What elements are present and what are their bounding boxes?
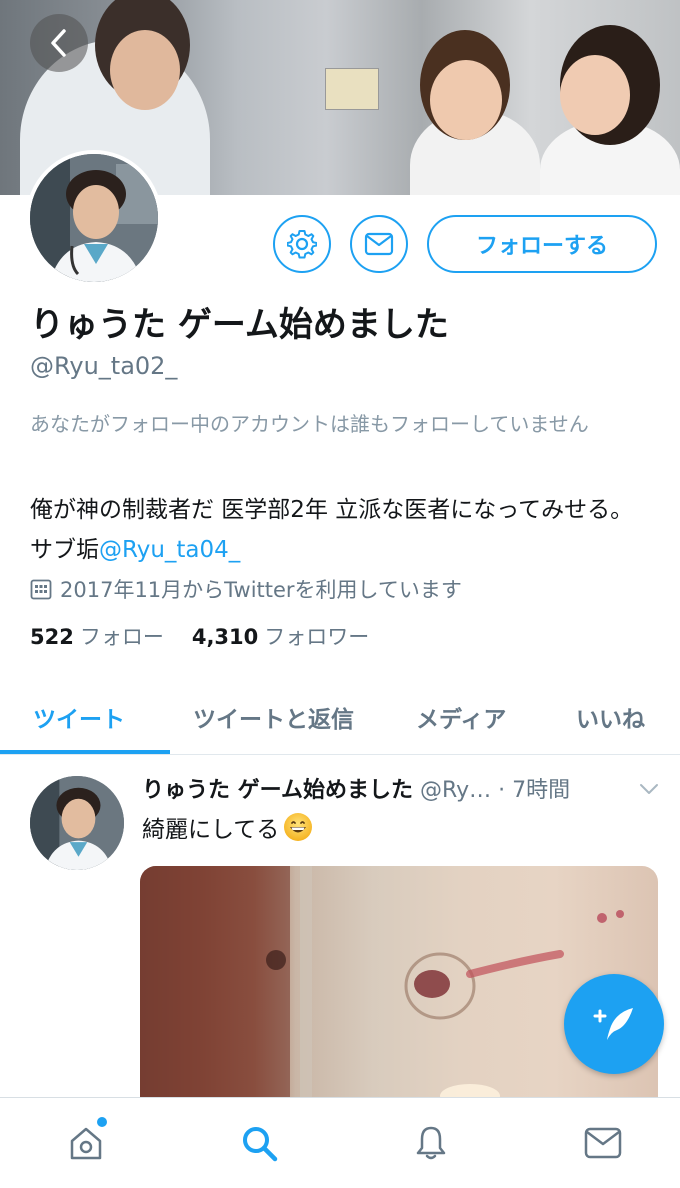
profile-tabs: ツイート ツイートと返信 メディア いいね: [0, 688, 680, 755]
home-icon: [70, 1127, 102, 1160]
envelope-icon: [584, 1127, 622, 1159]
tweet-body: 綺麗にしてる: [142, 817, 280, 843]
tweet-avatar[interactable]: [30, 776, 124, 870]
joined-text: 2017年11月からTwitterを利用しています: [60, 578, 462, 602]
nav-search[interactable]: [234, 1118, 284, 1168]
follow-notice: あなたがフォロー中のアカウントは誰もフォローしていません: [30, 412, 589, 436]
nav-home[interactable]: [61, 1117, 111, 1168]
followers-count[interactable]: 4,310: [192, 625, 258, 649]
active-tab-indicator: [0, 750, 170, 754]
chevron-down-icon[interactable]: [638, 782, 660, 796]
avatar-photo: [30, 776, 124, 870]
tweet-text: 綺麗にしてる: [142, 810, 313, 844]
bio-link[interactable]: @Ryu_ta04_: [99, 537, 240, 563]
tab-media[interactable]: メディア: [416, 700, 506, 734]
profile-avatar[interactable]: [26, 150, 162, 286]
compose-tweet-icon: [593, 1008, 633, 1040]
followers-label[interactable]: フォロワー: [264, 625, 369, 649]
tab-likes[interactable]: いいね: [576, 700, 645, 734]
gear-icon: [287, 230, 317, 259]
following-count[interactable]: 522: [30, 625, 74, 649]
calendar-icon: [30, 579, 52, 600]
chevron-left-icon: [51, 29, 66, 57]
back-button[interactable]: [30, 14, 88, 72]
new-content-dot: [97, 1117, 107, 1127]
search-icon: [243, 1127, 278, 1162]
compose-tweet-button[interactable]: [564, 974, 664, 1074]
profile-display-name: りゅうた ゲーム始めました: [30, 305, 449, 345]
tab-tweets-and-replies[interactable]: ツイートと返信: [193, 700, 354, 734]
envelope-icon: [364, 232, 394, 256]
message-button[interactable]: [350, 215, 408, 273]
tweet-handle-time: @Ry… · 7時間: [420, 778, 571, 803]
nav-notifications[interactable]: [406, 1118, 456, 1168]
joined-date: 2017年11月からTwitterを利用しています: [30, 574, 462, 604]
bell-icon: [416, 1126, 446, 1160]
avatar-photo: [30, 154, 158, 282]
nav-messages[interactable]: [578, 1118, 628, 1168]
profile-handle: @Ryu_ta02_: [30, 352, 178, 380]
tab-tweets[interactable]: ツイート: [33, 700, 125, 734]
tweet-header: りゅうた ゲーム始めました @Ry… · 7時間: [142, 772, 570, 804]
bottom-navigation: [0, 1097, 680, 1188]
settings-button[interactable]: [273, 215, 331, 273]
follow-button[interactable]: フォローする: [427, 215, 657, 273]
following-label[interactable]: フォロー: [80, 625, 164, 649]
tweet-author-name[interactable]: りゅうた ゲーム始めました: [142, 778, 413, 803]
profile-bio: 俺が神の制裁者だ 医学部2年 立派な医者になってみせる。サブ垢@Ryu_ta04…: [30, 490, 655, 570]
grinning-face-emoji-icon: [284, 813, 313, 841]
profile-stats: 522 フォロー 4,310 フォロワー: [30, 621, 397, 651]
